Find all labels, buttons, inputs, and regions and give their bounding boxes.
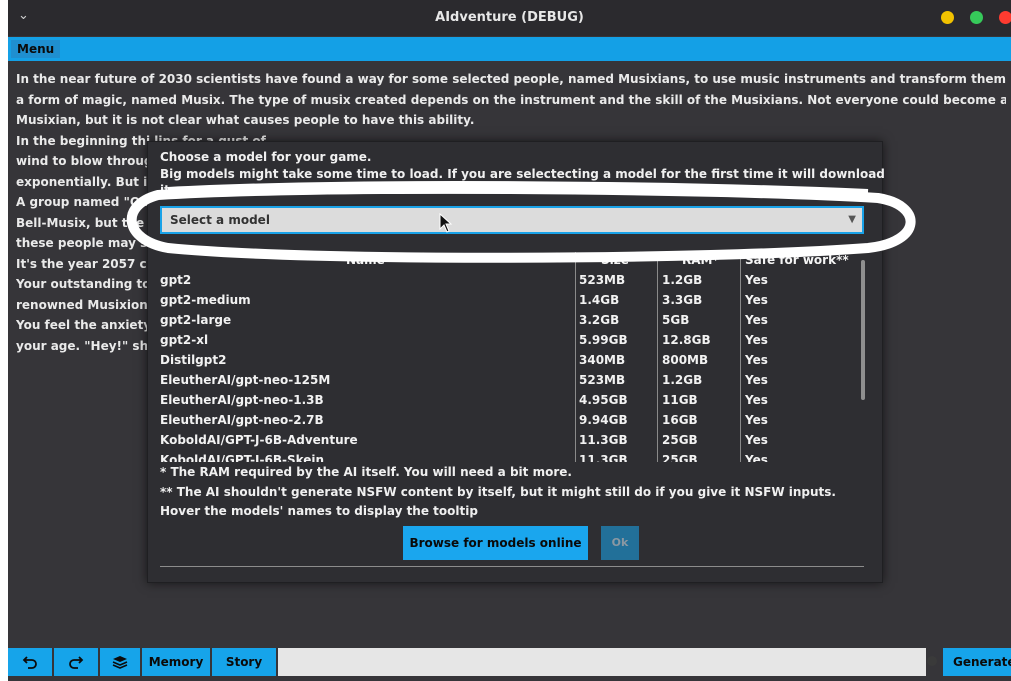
chevron-down-icon: ▼ xyxy=(848,214,856,225)
model-sfw: Yes xyxy=(745,393,768,407)
model-size: 11.3GB xyxy=(579,433,628,447)
generate-button[interactable]: Generate xyxy=(943,648,1011,676)
maximize-icon[interactable] xyxy=(970,11,983,24)
window-title: AIdventure (DEBUG) xyxy=(435,10,584,25)
model-ram: 25GB xyxy=(662,453,698,462)
model-sfw: Yes xyxy=(745,373,768,387)
model-size: 340MB xyxy=(579,353,626,367)
story-line: In the near future of 2030 scientists ha… xyxy=(16,72,1006,86)
action-input[interactable] xyxy=(278,648,926,676)
model-size: 4.95GB xyxy=(579,393,628,407)
model-sfw: Yes xyxy=(745,353,768,367)
table-row[interactable]: EleutherAI/gpt-neo-1.3B 4.95GB 11GB Yes xyxy=(160,390,864,410)
app-window: ⌄ AIdventure (DEBUG) Menu In the near fu… xyxy=(8,0,1011,681)
model-name: EleutherAI/gpt-neo-125M xyxy=(160,373,331,387)
model-select[interactable]: Select a model ▼ xyxy=(160,206,864,234)
table-row[interactable]: KoboldAI/GPT-J-6B-Skein 11.3GB 25GB Yes xyxy=(160,450,864,462)
col-sfw: Safe for work** xyxy=(745,253,849,267)
table-row[interactable]: EleutherAI/gpt-neo-2.7B 9.94GB 16GB Yes xyxy=(160,410,864,430)
model-name: Distilgpt2 xyxy=(160,353,227,367)
model-sfw: Yes xyxy=(745,333,768,347)
story-line: a form of magic, named Musix. The type o… xyxy=(16,92,1006,107)
model-size: 3.2GB xyxy=(579,313,620,327)
title-bar: ⌄ AIdventure (DEBUG) xyxy=(8,0,1011,36)
mouse-cursor-icon xyxy=(439,213,453,233)
model-sfw: Yes xyxy=(745,433,768,447)
redo-button[interactable] xyxy=(54,648,98,676)
table-row[interactable]: Distilgpt2 340MB 800MB Yes xyxy=(160,350,864,370)
model-name: gpt2-large xyxy=(160,313,232,327)
model-ram: 800MB xyxy=(662,353,709,367)
menu-bar: Menu xyxy=(8,37,1011,61)
model-size: 9.94GB xyxy=(579,413,628,427)
minimize-icon[interactable] xyxy=(941,11,954,24)
redo-icon xyxy=(69,656,84,669)
model-ram: 3.3GB xyxy=(662,293,703,307)
model-ram: 25GB xyxy=(662,433,698,447)
model-name: KoboldAI/GPT-J-6B-Skein xyxy=(160,453,325,462)
layers-button[interactable] xyxy=(100,648,140,676)
ok-button[interactable]: Ok xyxy=(601,526,639,560)
browse-models-button[interactable]: Browse for models online xyxy=(403,526,588,560)
model-ram: 1.2GB xyxy=(662,273,703,287)
table-row[interactable]: gpt2-large 3.2GB 5GB Yes xyxy=(160,310,864,330)
model-name: gpt2-xl xyxy=(160,333,209,347)
model-sfw: Yes xyxy=(745,413,768,427)
model-select-placeholder: Select a model xyxy=(170,213,270,227)
model-name: KoboldAI/GPT-J-6B-Adventure xyxy=(160,433,358,447)
table-row[interactable]: KoboldAI/GPT-J-6B-Adventure 11.3GB 25GB Yes xyxy=(160,430,864,450)
model-sfw: Yes xyxy=(745,293,768,307)
model-ram: 5GB xyxy=(662,313,690,327)
model-size: 1.4GB xyxy=(579,293,620,307)
scrollbar[interactable] xyxy=(861,260,865,400)
undo-icon xyxy=(22,656,37,669)
memory-button[interactable]: Memory xyxy=(142,648,210,676)
menu-button[interactable]: Menu xyxy=(11,40,61,58)
table-row[interactable]: gpt2-medium 1.4GB 3.3GB Yes xyxy=(160,290,864,310)
undo-button[interactable] xyxy=(8,648,52,676)
model-size: 5.99GB xyxy=(579,333,628,347)
model-name: gpt2-medium xyxy=(160,293,251,307)
note-nsfw: ** The AI shouldn't generate NSFW conten… xyxy=(160,485,836,499)
dialog-prompt: Choose a model for your game. xyxy=(160,150,372,164)
dialog-info: Big models might take some time to load.… xyxy=(160,167,885,181)
model-table: Name Size RAM* Safe for work** gpt2 523MB… xyxy=(160,252,864,462)
model-size: 523MB xyxy=(579,273,626,287)
col-name: Name xyxy=(346,253,385,267)
model-name: EleutherAI/gpt-neo-2.7B xyxy=(160,413,324,427)
model-ram: 11GB xyxy=(662,393,698,407)
story-line: Musixian, but it is not clear what cause… xyxy=(16,113,475,127)
note-ram: * The RAM required by the AI itself. You… xyxy=(160,465,572,479)
model-size: 523MB xyxy=(579,373,626,387)
model-sfw: Yes xyxy=(745,313,768,327)
close-icon[interactable] xyxy=(999,11,1011,24)
model-sfw: Yes xyxy=(745,453,768,462)
layers-icon xyxy=(112,656,128,669)
table-row[interactable]: gpt2-xl 5.99GB 12.8GB Yes xyxy=(160,330,864,350)
model-name: EleutherAI/gpt-neo-1.3B xyxy=(160,393,324,407)
table-header: Name Size RAM* Safe for work** xyxy=(160,252,864,270)
model-ram: 16GB xyxy=(662,413,698,427)
status-indicator xyxy=(927,656,937,666)
model-size: 11.3GB xyxy=(579,453,628,462)
model-ram: 1.2GB xyxy=(662,373,703,387)
col-ram: RAM* xyxy=(682,253,719,267)
note-tooltip: Hover the models' names to display the t… xyxy=(160,504,478,518)
table-row[interactable]: EleutherAI/gpt-neo-125M 523MB 1.2GB Yes xyxy=(160,370,864,390)
model-name: gpt2 xyxy=(160,273,192,287)
story-button[interactable]: Story xyxy=(212,648,276,676)
model-select-dialog: Choose a model for your game. Big models… xyxy=(147,141,885,583)
dialog-info-cont: it. xyxy=(160,183,175,197)
table-row[interactable]: gpt2 523MB 1.2GB Yes xyxy=(160,270,864,290)
model-sfw: Yes xyxy=(745,273,768,287)
col-size: Size xyxy=(601,253,629,267)
model-ram: 12.8GB xyxy=(662,333,711,347)
